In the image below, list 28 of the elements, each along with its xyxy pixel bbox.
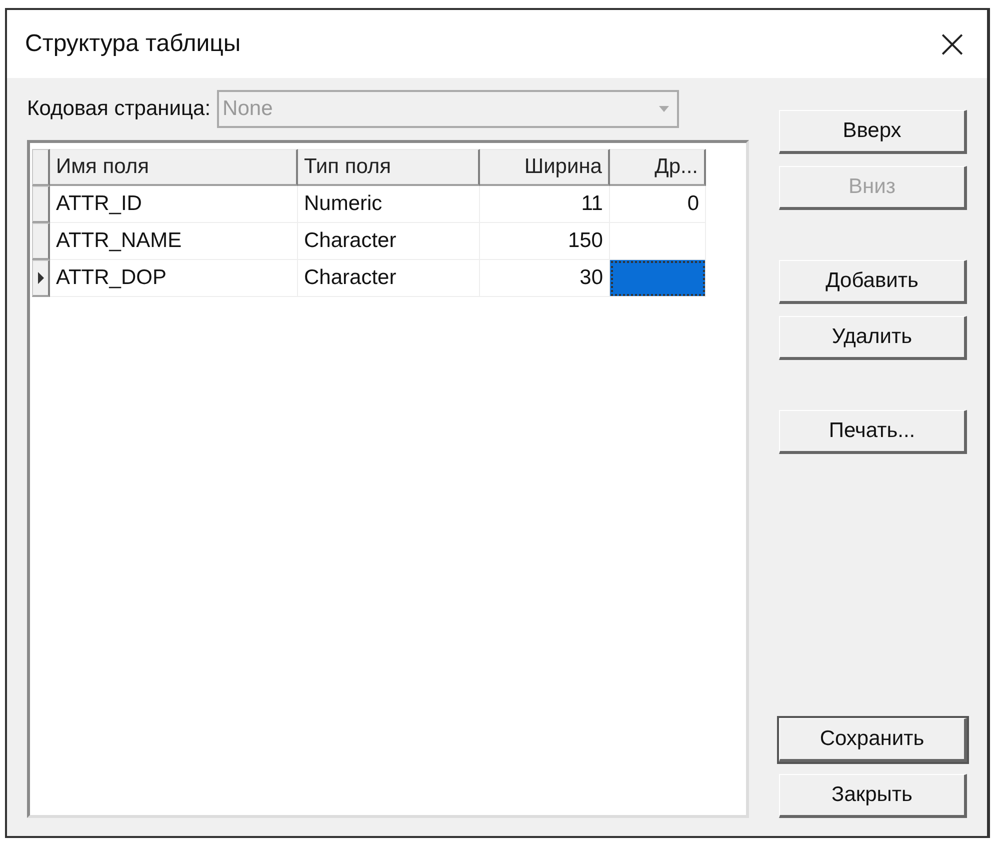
- column-header[interactable]: Др...: [610, 149, 706, 186]
- table-cell[interactable]: Character: [298, 260, 480, 297]
- table-cell[interactable]: 150: [480, 223, 610, 260]
- column-header[interactable]: Имя поля: [50, 149, 298, 186]
- table-cell[interactable]: 0: [610, 186, 706, 223]
- table-cell[interactable]: ATTR_NAME: [50, 223, 298, 260]
- table-cell[interactable]: ATTR_DOP: [50, 260, 298, 297]
- table-cell[interactable]: [610, 260, 706, 297]
- dialog-button[interactable]: Печать...: [779, 410, 967, 454]
- table-cell[interactable]: [610, 223, 706, 260]
- window-title: Структура таблицы: [25, 30, 241, 58]
- column-header[interactable]: Ширина: [480, 149, 610, 186]
- close-button[interactable]: ×: [931, 24, 973, 64]
- row-selector[interactable]: [32, 260, 50, 297]
- column-header[interactable]: Тип поля: [298, 149, 480, 186]
- dialog-button[interactable]: Удалить: [779, 316, 967, 360]
- dialog-button[interactable]: Вверх: [779, 110, 967, 154]
- codepage-label: Кодовая страница:: [27, 97, 211, 121]
- table-cell[interactable]: Character: [298, 223, 480, 260]
- current-row-icon: [36, 271, 44, 285]
- table-cell[interactable]: ATTR_ID: [50, 186, 298, 223]
- table-cell[interactable]: 30: [480, 260, 610, 297]
- dialog-button[interactable]: Сохранить: [779, 718, 967, 762]
- dialog-button[interactable]: Добавить: [779, 260, 967, 304]
- dialog-button[interactable]: Закрыть: [779, 774, 967, 818]
- table-cell[interactable]: Numeric: [298, 186, 480, 223]
- table-cell[interactable]: 11: [480, 186, 610, 223]
- header-corner: [32, 149, 50, 186]
